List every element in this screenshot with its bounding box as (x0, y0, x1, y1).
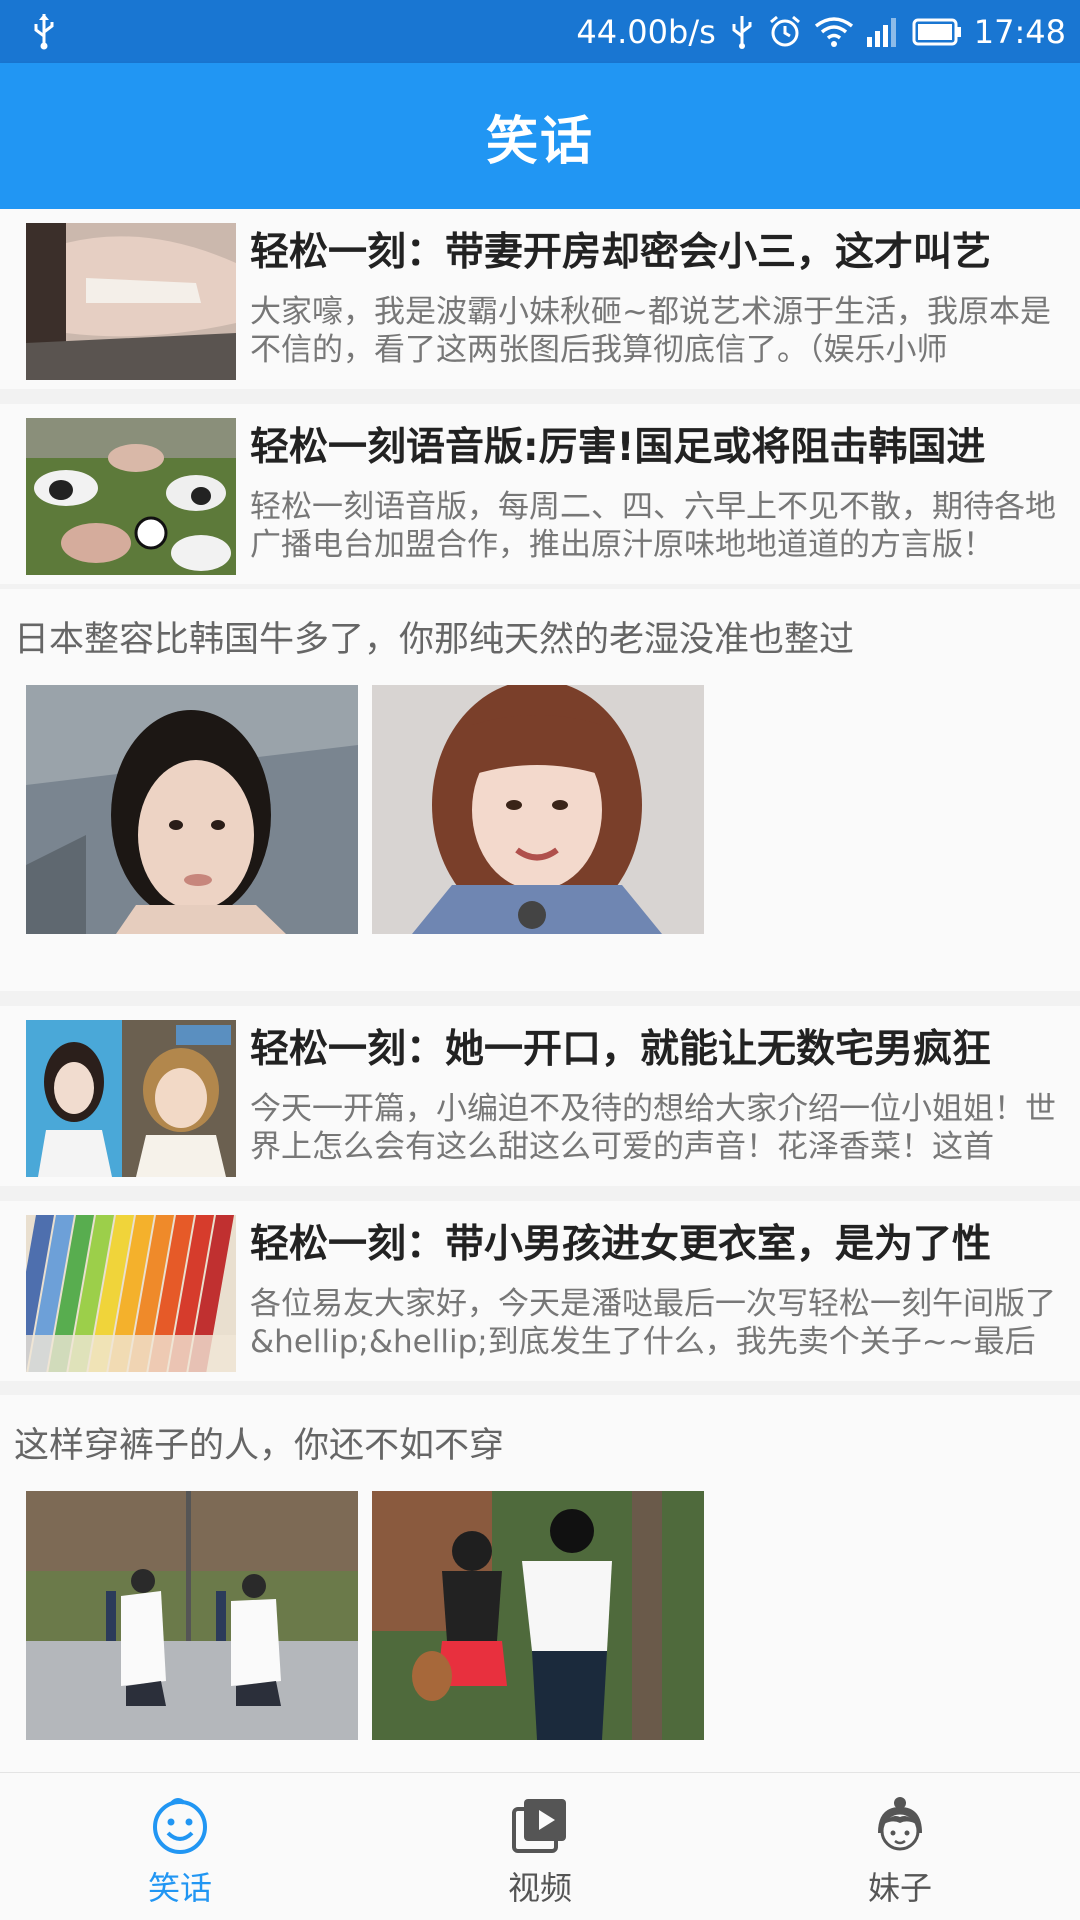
joke-text: 这样穿裤子的人，你还不如不穿 (14, 1426, 505, 1466)
article-title[interactable]: 轻松一刻：带妻开房却密会小三，这才叫艺 (250, 227, 1065, 279)
app-bar: 笑话 (0, 63, 1080, 209)
article-card[interactable]: 轻松一刻：带小男孩进女更衣室，是为了性 各位易友大家好，今天是潘哒最后一次写轻松… (0, 1201, 1080, 1381)
signal-icon (866, 17, 896, 47)
usb-icon (34, 14, 54, 50)
tab-videos-label: 视频 (507, 1869, 572, 1907)
joke-image[interactable] (372, 685, 704, 934)
tab-jokes[interactable]: 笑话 (0, 1773, 360, 1920)
smiley-face-icon (153, 1798, 207, 1854)
clock: 17:48 (973, 12, 1066, 51)
article-thumbnail (26, 1020, 236, 1177)
alarm-icon (769, 15, 800, 46)
article-description: 轻松一刻语音版，每周二、四、六早上不见不散，期待各地广播电台加盟合作，推出原汁原… (250, 489, 1056, 563)
joke-image[interactable] (26, 1491, 358, 1740)
joke-text: 日本整容比韩国牛多了，你那纯天然的老湿没准也整过 (14, 620, 855, 660)
joke-card[interactable]: 日本整容比韩国牛多了，你那纯天然的老湿没准也整过 (0, 589, 1080, 991)
article-thumbnail (26, 418, 236, 575)
page-title: 笑话 (485, 111, 594, 172)
girl-face-icon (878, 1797, 922, 1851)
article-thumbnail (26, 223, 236, 380)
article-card[interactable]: 轻松一刻：她一开口，就能让无数宅男疯狂 今天一开篇，小编迫不及待的想给大家介绍一… (0, 1006, 1080, 1186)
bottom-navigation: 笑话 视频 妹子 (0, 1772, 1080, 1920)
status-bar: 44.00b/s 17:48 (0, 0, 1080, 63)
article-title[interactable]: 轻松一刻：带小男孩进女更衣室，是为了性 (250, 1219, 1065, 1271)
tab-jokes-label: 笑话 (147, 1869, 212, 1907)
tab-girls[interactable]: 妹子 (720, 1773, 1080, 1920)
joke-image[interactable] (26, 685, 358, 934)
tab-girls-label: 妹子 (867, 1869, 932, 1907)
joke-card[interactable]: 这样穿裤子的人，你还不如不穿 (0, 1395, 1080, 1772)
article-description: 各位易友大家好，今天是潘哒最后一次写轻松一刻午间版了&hellip;&helli… (250, 1286, 1056, 1360)
usb-debug-icon (732, 15, 752, 49)
article-card[interactable]: 轻松一刻：带妻开房却密会小三，这才叫艺 大家嚎，我是波霸小妹秋砸~都说艺术源于生… (0, 209, 1080, 389)
battery-icon (912, 18, 961, 45)
video-play-icon (512, 1799, 566, 1853)
joke-feed[interactable]: 轻松一刻：带妻开房却密会小三，这才叫艺 大家嚎，我是波霸小妹秋砸~都说艺术源于生… (0, 209, 1080, 1772)
joke-image[interactable] (372, 1491, 704, 1740)
article-thumbnail (26, 1215, 236, 1372)
article-title[interactable]: 轻松一刻：她一开口，就能让无数宅男疯狂 (250, 1024, 1065, 1076)
article-title[interactable]: 轻松一刻语音版:厉害!国足或将阻击韩国进 (250, 422, 1065, 474)
tab-videos[interactable]: 视频 (360, 1773, 720, 1920)
wifi-icon (814, 16, 853, 47)
network-speed: 44.00b/s (576, 12, 716, 51)
article-description: 大家嚎，我是波霸小妹秋砸~都说艺术源于生活，我原本是不信的，看了这两张图后我算彻… (250, 294, 1051, 368)
article-description: 今天一开篇，小编迫不及待的想给大家介绍一位小姐姐！世界上怎么会有这么甜这么可爱的… (250, 1091, 1056, 1165)
article-card[interactable]: 轻松一刻语音版:厉害!国足或将阻击韩国进 轻松一刻语音版，每周二、四、六早上不见… (0, 404, 1080, 584)
